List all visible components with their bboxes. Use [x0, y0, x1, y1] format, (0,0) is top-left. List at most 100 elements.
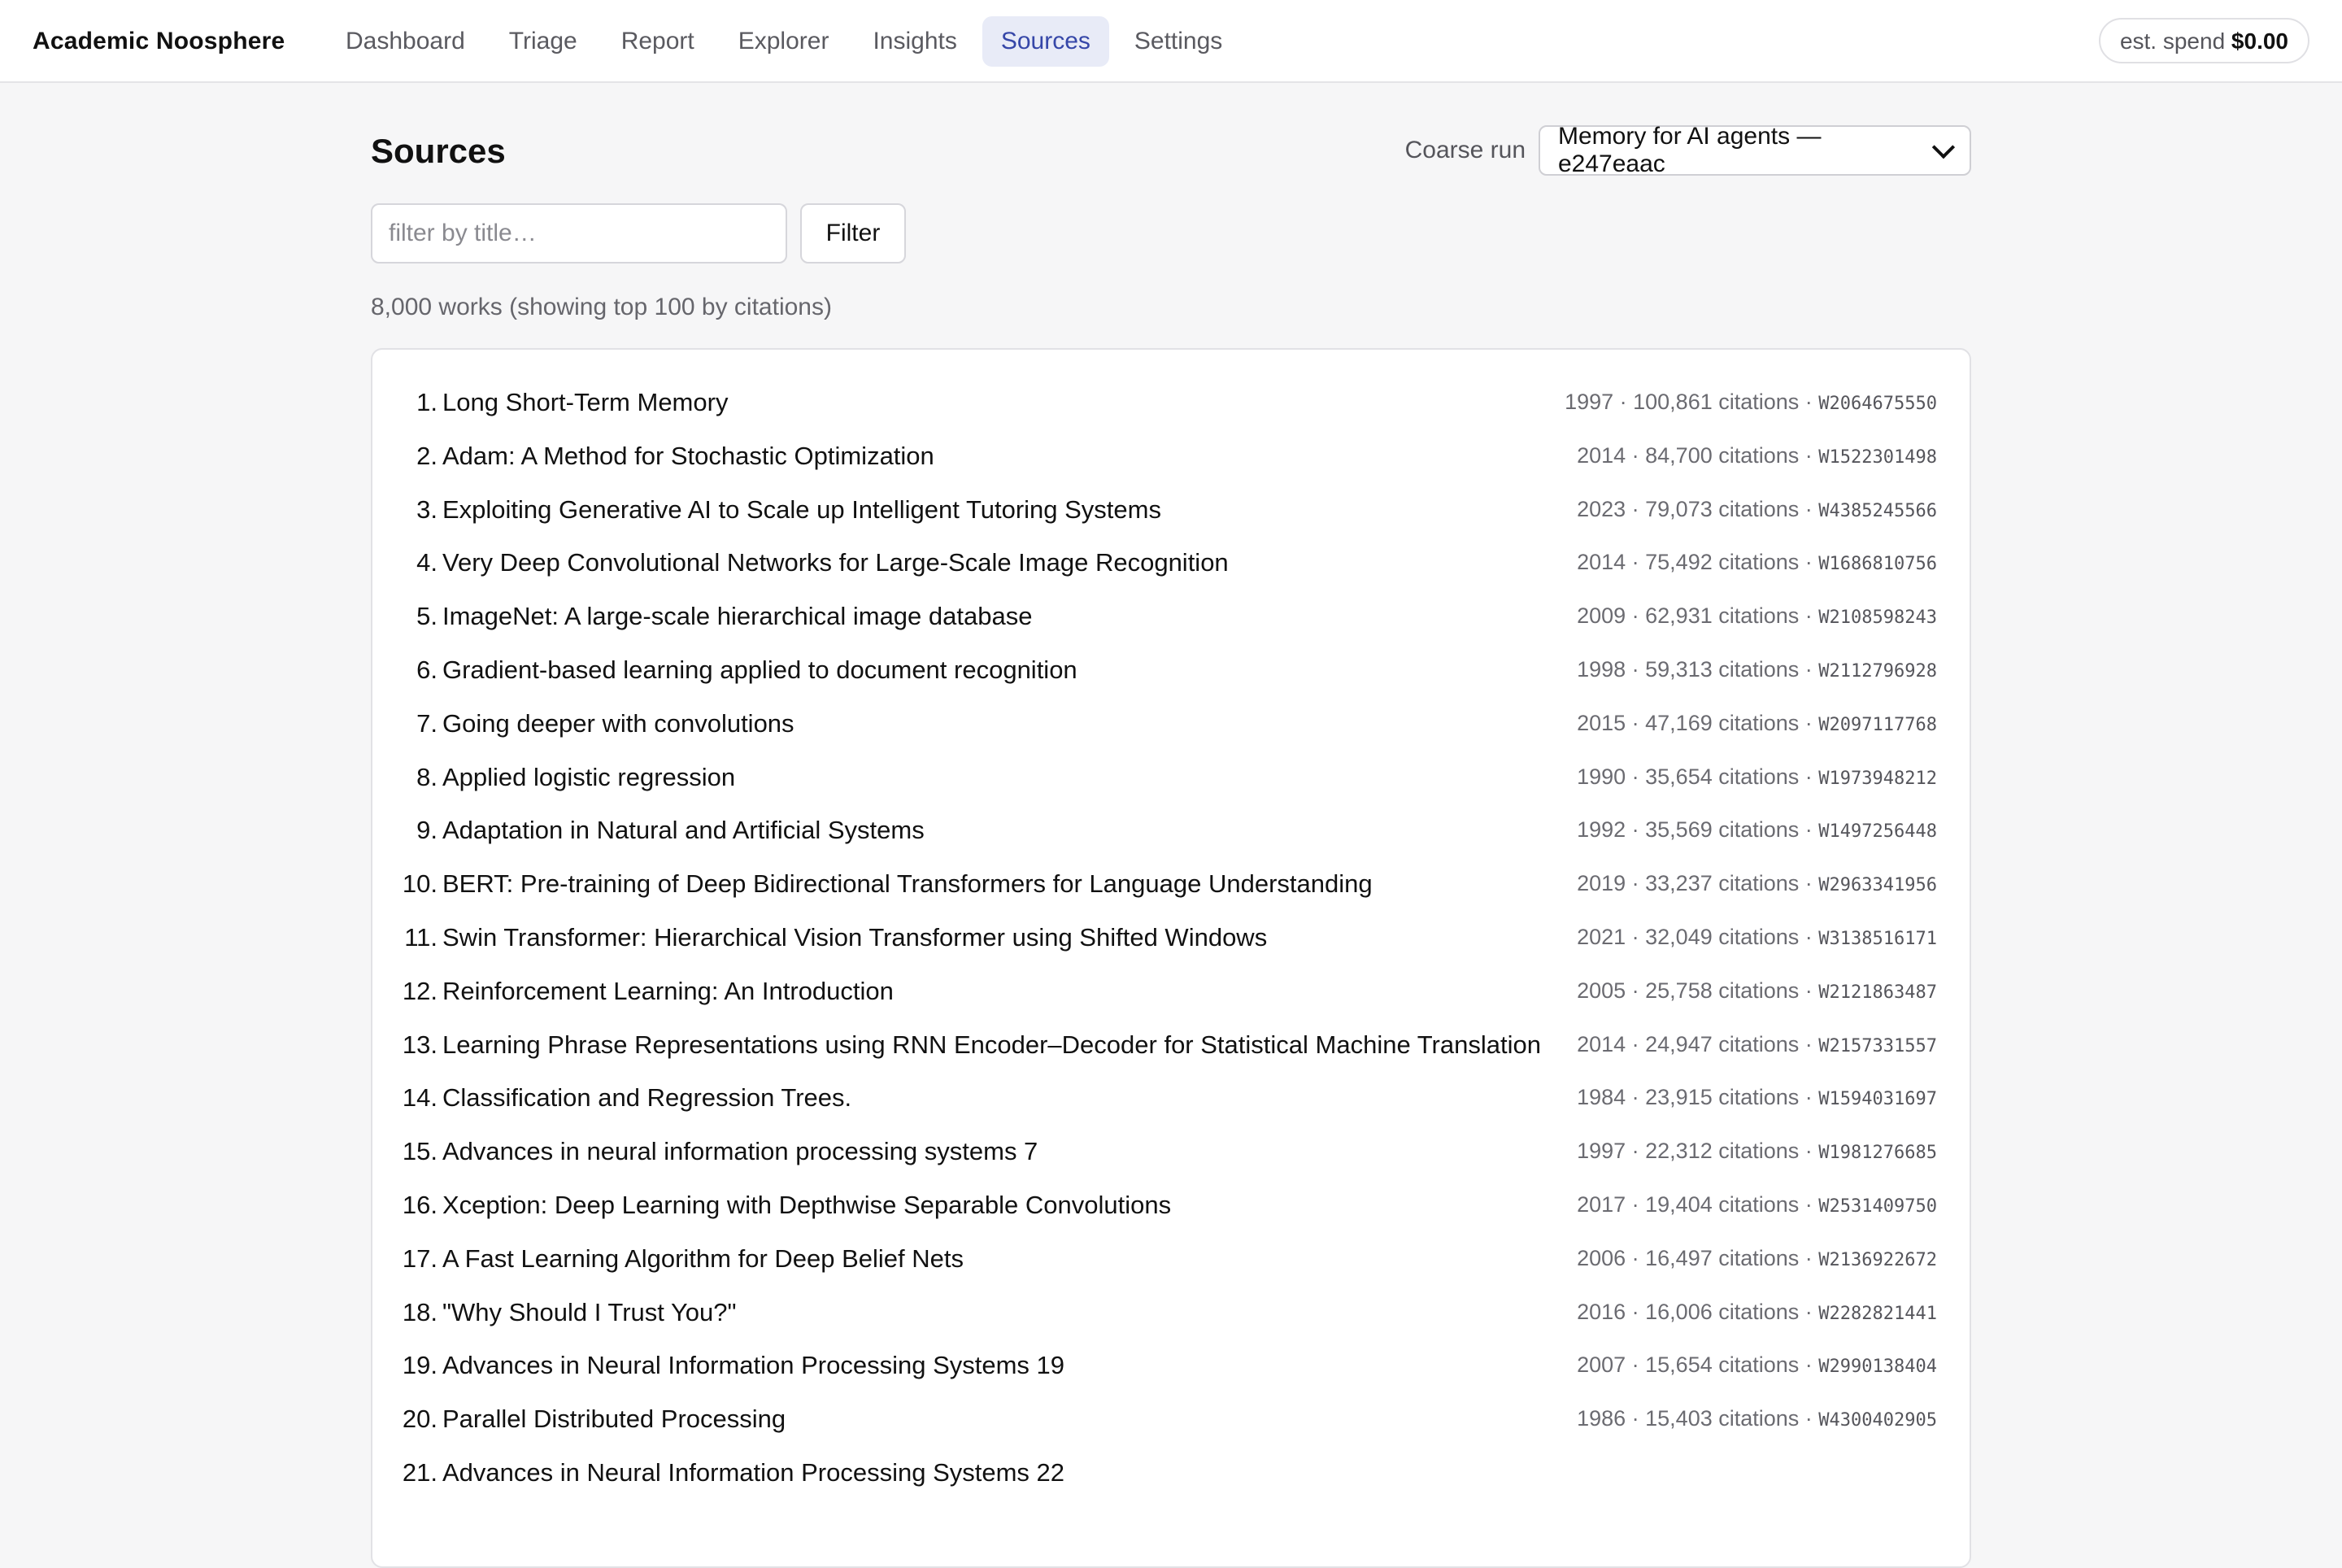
work-id: W1686810756 — [1818, 554, 1937, 575]
work-row[interactable]: 19. Advances in Neural Information Proces… — [372, 1339, 1970, 1392]
brand-title[interactable]: Academic Noosphere — [33, 0, 285, 83]
work-meta: 2023 · 79,073 citations · W4385245566 — [1577, 483, 1937, 538]
work-title-link[interactable]: Classification and Regression Trees. — [442, 1071, 851, 1125]
work-row[interactable]: 8. Applied logistic regression 1990 · 35,6… — [372, 751, 1970, 804]
work-id: W2064675550 — [1818, 394, 1937, 414]
work-row[interactable]: 5. ImageNet: A large-scale hierarchical i… — [372, 590, 1970, 643]
work-rank: 12. — [402, 976, 437, 1005]
nav-insights[interactable]: Insights — [854, 16, 975, 67]
work-row[interactable]: 1. Long Short-Term Memory 1997 · 100,861 c… — [372, 376, 1970, 429]
work-rank: 19. — [402, 1351, 437, 1380]
work-title-link[interactable]: Adaptation in Natural and Artificial Sys… — [442, 804, 925, 857]
work-id: W1522301498 — [1818, 446, 1937, 468]
work-id: W2990138404 — [1818, 1357, 1937, 1378]
work-id: W3138516171 — [1818, 928, 1937, 949]
work-id: W1497256448 — [1818, 821, 1937, 843]
filter-button[interactable]: Filter — [800, 203, 906, 264]
coarse-run-select[interactable]: Memory for AI agents — e247eaac — [1539, 123, 1971, 177]
work-row[interactable]: 4. Very Deep Convolutional Networks for L… — [372, 536, 1970, 590]
work-year-citations: 1992 · 35,569 citations · — [1577, 817, 1813, 843]
work-meta: 2014 · 75,492 citations · W1686810756 — [1577, 536, 1937, 591]
work-rank: 6. — [416, 655, 437, 684]
work-title-link[interactable]: Swin Transformer: Hierarchical Vision Tr… — [442, 911, 1267, 965]
work-row[interactable]: 7. Going deeper with convolutions 2015 · 4… — [372, 697, 1970, 751]
work-title-link[interactable]: Exploiting Generative AI to Scale up Int… — [442, 483, 1161, 537]
nav-dashboard[interactable]: Dashboard — [327, 16, 484, 67]
work-title-link[interactable]: Very Deep Convolutional Networks for Lar… — [442, 536, 1229, 590]
works-list-card: 1. Long Short-Term Memory 1997 · 100,861 c… — [371, 348, 1971, 1568]
work-title-link[interactable]: "Why Should I Trust You?" — [442, 1286, 737, 1339]
work-title-link[interactable]: Reinforcement Learning: An Introduction — [442, 965, 894, 1018]
spend-label: est. spend — [2119, 28, 2226, 54]
work-row[interactable]: 20. Parallel Distributed Processing 1986 ·… — [372, 1392, 1970, 1446]
work-row[interactable]: 3. Exploiting Generative AI to Scale up I… — [372, 483, 1970, 537]
work-title-link[interactable]: Advances in Neural Information Processin… — [442, 1339, 1064, 1392]
work-row[interactable]: 10. BERT: Pre-training of Deep Bidirectio… — [372, 857, 1970, 911]
nav-sources[interactable]: Sources — [982, 16, 1109, 67]
title-filter-input[interactable] — [371, 203, 787, 264]
work-rank: 11. — [404, 922, 437, 952]
work-year-citations: 2017 · 19,404 citations · — [1577, 1191, 1813, 1217]
work-title-link[interactable]: Advances in Neural Information Processin… — [442, 1446, 1064, 1500]
work-rank: 16. — [402, 1190, 437, 1219]
work-rank: 18. — [402, 1297, 437, 1326]
coarse-run-selected-value: Memory for AI agents — e247eaac — [1558, 123, 1822, 177]
work-title-link[interactable]: BERT: Pre-training of Deep Bidirectional… — [442, 857, 1373, 911]
work-title-link[interactable]: Going deeper with convolutions — [442, 697, 794, 751]
work-meta: 2015 · 47,169 citations · W2097117768 — [1577, 697, 1937, 752]
work-row[interactable]: 12. Reinforcement Learning: An Introducti… — [372, 965, 1970, 1018]
top-nav-bar: Academic Noosphere Dashboard Triage Repo… — [0, 0, 2342, 83]
work-row[interactable]: 13. Learning Phrase Representations using… — [372, 1018, 1970, 1072]
work-title-link[interactable]: Xception: Deep Learning with Depthwise S… — [442, 1178, 1171, 1232]
nav-settings[interactable]: Settings — [1116, 16, 1241, 67]
work-meta: 2014 · 24,947 citations · W2157331557 — [1577, 1018, 1937, 1074]
work-meta: 1997 · 100,861 citations · W2064675550 — [1565, 376, 1937, 431]
work-meta: 2021 · 32,049 citations · W3138516171 — [1577, 911, 1937, 966]
work-title-link[interactable]: ImageNet: A large-scale hierarchical ima… — [442, 590, 1032, 643]
work-row[interactable]: 21. Advances in Neural Information Proces… — [372, 1446, 1970, 1500]
work-rank: 10. — [402, 869, 437, 899]
work-year-citations: 2014 · 75,492 citations · — [1577, 550, 1813, 575]
work-row[interactable]: 15. Advances in neural information proces… — [372, 1125, 1970, 1178]
work-year-citations: 2014 · 84,700 citations · — [1577, 442, 1813, 468]
work-rank: 4. — [416, 548, 437, 577]
work-title-link[interactable]: Adam: A Method for Stochastic Optimizati… — [442, 429, 934, 483]
nav-triage[interactable]: Triage — [490, 16, 596, 67]
work-title-link[interactable]: Gradient-based learning applied to docum… — [442, 643, 1077, 697]
work-rank: 2. — [416, 441, 437, 470]
work-meta: 1992 · 35,569 citations · W1497256448 — [1577, 804, 1937, 859]
work-row[interactable]: 17. A Fast Learning Algorithm for Deep Be… — [372, 1232, 1970, 1286]
work-year-citations: 2019 · 33,237 citations · — [1577, 871, 1813, 896]
work-meta: 1984 · 23,915 citations · W1594031697 — [1577, 1071, 1937, 1126]
work-title-link[interactable]: Long Short-Term Memory — [442, 376, 728, 429]
work-id: W2112796928 — [1818, 660, 1937, 682]
main-nav: Dashboard Triage Report Explorer Insight… — [327, 16, 1241, 67]
work-row[interactable]: 14. Classification and Regression Trees. 1… — [372, 1071, 1970, 1125]
work-id: W1981276685 — [1818, 1143, 1937, 1164]
work-rank: 17. — [402, 1244, 437, 1273]
page-title: Sources — [371, 132, 506, 170]
work-year-citations: 2023 · 79,073 citations · — [1577, 496, 1813, 521]
work-title-link[interactable]: A Fast Learning Algorithm for Deep Belie… — [442, 1232, 964, 1286]
nav-report[interactable]: Report — [603, 16, 713, 67]
coarse-run-picker: Coarse run Memory for AI agents — e247ea… — [1405, 123, 1971, 177]
work-row[interactable]: 6. Gradient-based learning applied to doc… — [372, 643, 1970, 697]
work-row[interactable]: 16. Xception: Deep Learning with Depthwis… — [372, 1178, 1970, 1232]
work-id: W2121863487 — [1818, 982, 1937, 1003]
work-row[interactable]: 9. Adaptation in Natural and Artificial S… — [372, 804, 1970, 857]
work-title-link[interactable]: Applied logistic regression — [442, 751, 735, 804]
work-meta: 2005 · 25,758 citations · W2121863487 — [1577, 965, 1937, 1020]
work-title-link[interactable]: Learning Phrase Representations using RN… — [442, 1018, 1541, 1072]
work-id: W2282821441 — [1818, 1303, 1937, 1324]
work-row[interactable]: 18. "Why Should I Trust You?" 2016 · 16,00… — [372, 1286, 1970, 1339]
work-year-citations: 2014 · 24,947 citations · — [1577, 1031, 1813, 1056]
work-row[interactable]: 2. Adam: A Method for Stochastic Optimiza… — [372, 429, 1970, 483]
work-meta: 2014 · 84,700 citations · W1522301498 — [1577, 429, 1937, 485]
work-meta: 1997 · 22,312 citations · W1981276685 — [1577, 1125, 1937, 1180]
work-title-link[interactable]: Advances in neural information processin… — [442, 1125, 1038, 1178]
work-year-citations: 2009 · 62,931 citations · — [1577, 603, 1813, 629]
work-meta: 1998 · 59,313 citations · W2112796928 — [1577, 643, 1937, 699]
work-row[interactable]: 11. Swin Transformer: Hierarchical Vision… — [372, 911, 1970, 965]
work-title-link[interactable]: Parallel Distributed Processing — [442, 1392, 786, 1446]
nav-explorer[interactable]: Explorer — [720, 16, 848, 67]
